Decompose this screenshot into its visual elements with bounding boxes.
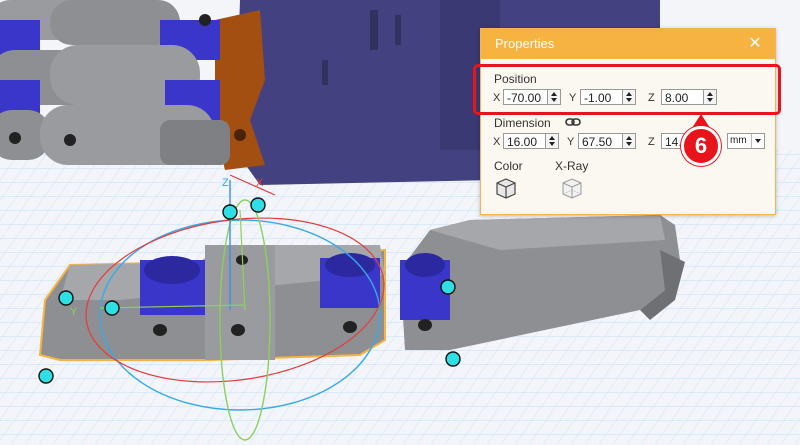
axis-label-y: Y (70, 306, 78, 318)
axis-label-x: X (256, 177, 264, 189)
properties-panel: Properties ✕ Position X -70.00 Y -1.00 Z… (480, 28, 776, 215)
dimension-y-label: Y (567, 136, 575, 148)
color-cube-icon[interactable] (495, 177, 517, 199)
unit-value: mm (730, 135, 747, 146)
close-icon[interactable]: ✕ (747, 29, 763, 59)
panel-header: Properties ✕ (481, 29, 775, 59)
position-highlight-box (473, 64, 781, 115)
color-label: Color (494, 159, 523, 173)
dimension-z-label: Z (648, 136, 655, 148)
handle (104, 300, 120, 316)
axis-label-z: Z (222, 177, 229, 189)
panel-title: Properties (495, 36, 555, 51)
dimension-x-stepper[interactable] (545, 133, 559, 149)
xray-cube-icon[interactable] (561, 177, 583, 199)
step-callout-badge: 6 (681, 126, 721, 166)
dimension-y-stepper[interactable] (622, 133, 636, 149)
dimension-x-field[interactable]: 16.00 (503, 133, 547, 149)
handle (38, 368, 54, 384)
chevron-down-icon (751, 134, 764, 148)
link-icon[interactable] (565, 117, 581, 127)
dimension-label: Dimension (494, 116, 551, 130)
handle (445, 351, 461, 367)
handle (250, 197, 266, 213)
unit-select[interactable]: mm (727, 133, 765, 149)
background-chain-rows (0, 0, 230, 165)
handle (440, 279, 456, 295)
dimension-x-label: X (493, 136, 501, 148)
xray-label: X-Ray (555, 159, 589, 173)
dimension-y-field[interactable]: 67.50 (578, 133, 624, 149)
handle (222, 204, 238, 220)
handle (58, 290, 74, 306)
